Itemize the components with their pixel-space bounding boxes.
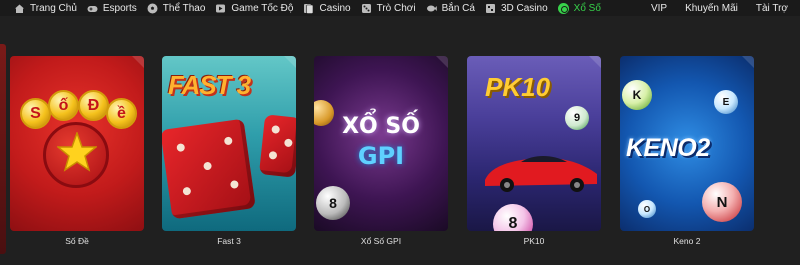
lottery-ball-n: N <box>702 182 742 222</box>
nav-item-tai-tro[interactable]: Tài Trợ <box>756 0 788 16</box>
nav-label: Casino <box>319 2 351 14</box>
nav-item-khuyen-mai[interactable]: Khuyến Mãi <box>685 0 738 16</box>
card-corner-fold <box>436 56 448 68</box>
game-card-so-de[interactable]: S ố Đ ề <box>10 56 144 231</box>
fast-3-logo: FAST 3 <box>168 70 251 100</box>
game-card-keno-2[interactable]: K E KENO2 N O <box>620 56 754 231</box>
nav-item-game-toc-do[interactable]: Game Tốc Độ <box>215 0 293 16</box>
nav-item-esports[interactable]: Esports <box>87 0 137 16</box>
game-title-so-de: Số Đề <box>65 236 89 246</box>
home-icon <box>14 3 25 14</box>
lottery-ball-eight: 8 <box>493 204 533 231</box>
casino-icon <box>303 3 314 14</box>
nav-label: Thể Thao <box>162 2 206 14</box>
nav-item-the-thao[interactable]: Thể Thao <box>147 0 206 16</box>
nav-label: VIP <box>650 2 668 14</box>
game-card-xo-so-gpi[interactable]: XỔ SỐ GPI 8 <box>314 56 448 231</box>
nav-label: Tài Trợ <box>755 2 788 14</box>
nav-item-xo-so[interactable]: Xổ Số <box>557 0 601 16</box>
letter-ball: ề <box>106 98 137 129</box>
nav-right-group: VIP Khuyến Mãi Tài Trợ <box>651 0 788 16</box>
lottery-ball-e: E <box>714 90 738 114</box>
nav-label: Trang Chủ <box>30 2 77 14</box>
race-car-image <box>485 156 597 192</box>
3d-casino-icon <box>485 3 496 14</box>
nav-item-trang-chu[interactable]: Trang Chủ <box>14 0 77 16</box>
nav-item-3d-casino[interactable]: 3D Casino <box>485 0 548 16</box>
panel-edge-decoration <box>0 44 6 254</box>
letter-ball: ố <box>48 90 79 121</box>
nav-item-tro-choi[interactable]: Trò Chơi <box>361 0 416 16</box>
red-die-large <box>162 118 256 220</box>
lottery-icon <box>557 2 569 14</box>
letter-ball: Đ <box>78 90 109 121</box>
game-title-keno-2: Keno 2 <box>673 236 701 246</box>
nav-item-casino[interactable]: Casino <box>303 0 351 16</box>
game-title-pk10: PK10 <box>523 236 545 246</box>
keno-2-logo: KENO2 <box>626 134 710 162</box>
card-corner-fold <box>589 56 601 68</box>
speed-game-icon <box>215 3 226 14</box>
card-corner-fold <box>284 56 296 68</box>
nav-label: Khuyến Mãi <box>685 2 738 14</box>
game-title-fast-3: Fast 3 <box>217 236 241 246</box>
lottery-ball-o: O <box>638 200 656 218</box>
fish-icon <box>426 3 437 14</box>
game-card-fast-3[interactable]: FAST 3 <box>162 56 296 231</box>
red-die-small <box>258 114 296 178</box>
nav-label: Esports <box>102 2 137 14</box>
lottery-ball-eight: 8 <box>316 186 350 220</box>
star-icon <box>57 132 97 172</box>
nav-label: Game Tốc Độ <box>231 2 294 14</box>
gpi-logo-text: GPI <box>357 142 405 170</box>
nav-item-ban-ca[interactable]: Bắn Cá <box>426 0 475 16</box>
nav-left-group: Trang Chủ Esports Thể Thao Game Tốc Độ C… <box>14 0 601 16</box>
pk10-logo: PK10 <box>485 72 551 102</box>
top-navigation: Trang Chủ Esports Thể Thao Game Tốc Độ C… <box>0 0 800 16</box>
xo-so-logo-text: XỔ SỐ <box>342 114 420 139</box>
card-corner-fold <box>742 56 754 68</box>
lottery-ball-k: K <box>622 80 652 110</box>
game-title-xo-so-gpi: Xổ Số GPI <box>360 236 402 246</box>
nav-label: 3D Casino <box>500 2 548 14</box>
card-corner-fold <box>132 56 144 68</box>
letter-ball: S <box>20 98 51 129</box>
nav-label: Xổ Số <box>573 2 601 14</box>
game-card-pk10[interactable]: PK10 9 8 <box>467 56 601 231</box>
nav-item-vip[interactable]: VIP <box>651 0 667 16</box>
soccer-ball-icon <box>147 3 158 14</box>
gamepad-icon <box>87 3 98 14</box>
nav-label: Bắn Cá <box>441 2 475 14</box>
lottery-ball-nine: 9 <box>565 106 589 130</box>
game-icon <box>361 3 372 14</box>
nav-label: Trò Chơi <box>376 2 416 14</box>
